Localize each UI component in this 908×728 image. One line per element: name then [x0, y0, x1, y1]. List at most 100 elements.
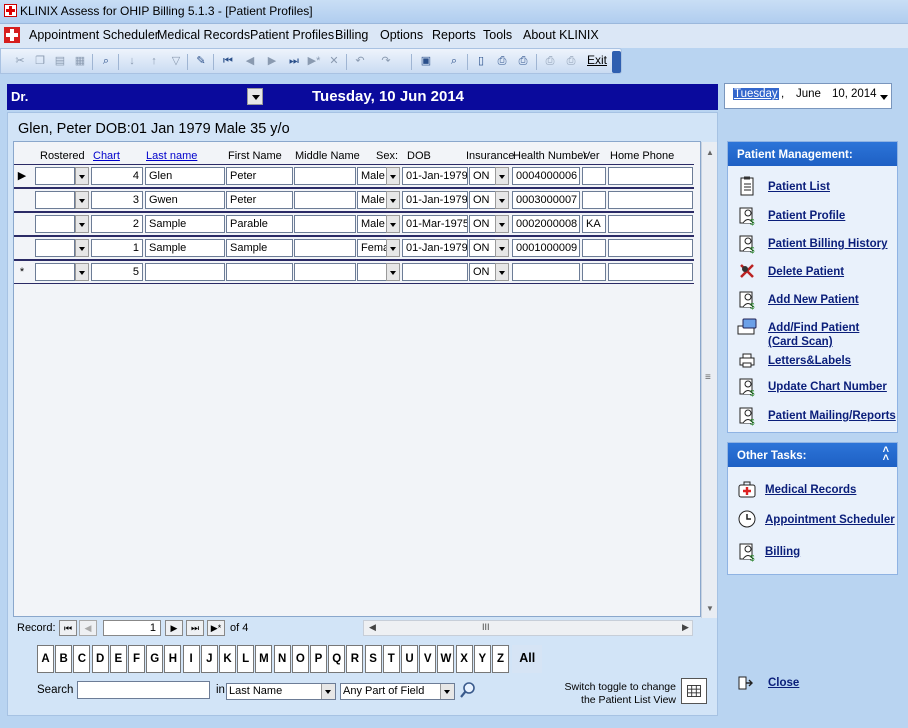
row-selector[interactable] [16, 189, 28, 211]
task-link-text[interactable]: Appointment Scheduler [765, 514, 895, 526]
printer-icon[interactable] [736, 349, 758, 371]
task-link[interactable]: Patient List [768, 180, 830, 194]
alpha-button-a[interactable]: A [37, 645, 54, 673]
grid-vertical-scrollbar[interactable]: ▲ ≡ ▼ [701, 142, 717, 618]
task-link-text[interactable]: Patient Billing History [768, 238, 888, 250]
home-phone-cell[interactable] [608, 167, 693, 185]
version-cell[interactable]: KA [582, 215, 606, 233]
search-field-dropdown-icon[interactable] [321, 684, 335, 699]
new-row-marker[interactable]: * [16, 261, 28, 283]
rostered-dropdown-icon[interactable] [75, 215, 89, 233]
version-cell[interactable] [582, 263, 606, 281]
task-delete-patient[interactable]: Delete Patient [728, 259, 897, 285]
redo-icon[interactable]: ↷ [379, 54, 393, 68]
rostered-cell[interactable] [35, 167, 75, 185]
task-link[interactable]: Medical Records [765, 483, 856, 497]
dob-cell[interactable]: 01-Jan-1979 [402, 239, 468, 257]
insurance-dropdown-icon[interactable] [495, 239, 509, 257]
first-name-cell[interactable]: Sample [226, 239, 293, 257]
scroll-left-icon[interactable]: ◀ [369, 622, 376, 633]
alpha-button-t[interactable]: T [382, 645, 400, 673]
menu-tools[interactable]: Tools [483, 28, 512, 42]
mailing-reports-icon[interactable]: $ [736, 404, 758, 427]
health-number-cell[interactable]: 0003000007 [512, 191, 580, 209]
task-add-find-patient[interactable]: Add/Find Patient (Card Scan) [728, 315, 897, 348]
insurance-dropdown-icon[interactable] [495, 167, 509, 185]
scroll-right-icon[interactable]: ▶ [682, 622, 689, 633]
update-chart-icon[interactable]: $ [736, 375, 758, 398]
date-weekday[interactable]: Tuesday [733, 88, 779, 100]
search-go-icon[interactable] [459, 681, 477, 699]
toolbar-options-icon[interactable] [612, 51, 621, 73]
first-name-cell[interactable] [226, 263, 293, 281]
delete-patient-icon[interactable] [736, 260, 758, 282]
home-phone-cell[interactable] [608, 215, 693, 233]
task-link[interactable]: Patient Mailing/Reports [768, 409, 896, 423]
sex-dropdown-icon[interactable] [386, 167, 400, 185]
menu-appointment-scheduler[interactable]: Appointment Scheduler [29, 28, 159, 42]
billing-icon[interactable]: $ [736, 540, 758, 563]
current-record-input[interactable]: 1 [103, 620, 161, 636]
version-cell[interactable] [582, 239, 606, 257]
sex-dropdown-icon[interactable] [386, 215, 400, 233]
task-link-text[interactable]: Letters&Labels [768, 355, 851, 367]
task-patient-profile[interactable]: $ Patient Profile [728, 203, 897, 229]
scroll-thumb[interactable]: III [482, 622, 490, 632]
chart-cell[interactable]: 2 [91, 215, 143, 233]
date-picker[interactable]: Tuesday , June 10, 2014 [724, 83, 892, 109]
paste-icon[interactable]: ▤ [53, 54, 67, 68]
alpha-button-k[interactable]: K [219, 645, 236, 673]
medical-kit-icon[interactable] [736, 478, 758, 500]
rostered-cell[interactable] [35, 215, 75, 233]
dob-cell[interactable]: 01-Mar-1975 [402, 215, 468, 233]
last-name-cell[interactable]: Sample [145, 239, 225, 257]
search-match-dropdown-icon[interactable] [440, 684, 454, 699]
filter-icon[interactable]: ▽ [169, 54, 183, 68]
sex-dropdown-icon[interactable] [386, 239, 400, 257]
last-name-cell[interactable]: Gwen [145, 191, 225, 209]
task-link-text[interactable]: Medical Records [765, 484, 856, 496]
menu-options[interactable]: Options [380, 28, 423, 42]
middle-name-cell[interactable] [294, 191, 356, 209]
alpha-button-s[interactable]: S [364, 645, 382, 673]
rostered-cell[interactable] [35, 191, 75, 209]
table-row[interactable]: 2 Sample Parable Male 01-Mar-1975 ON 000200000… [14, 212, 694, 236]
close-link[interactable]: Close [768, 677, 799, 689]
date-year[interactable]: 2014 [851, 88, 877, 100]
first-record-button[interactable]: ⏮ [59, 620, 77, 636]
task-link[interactable]: Delete Patient [768, 265, 844, 279]
print-preview-icon[interactable]: ⎙ [495, 54, 509, 68]
new-record-button[interactable]: ▶* [207, 620, 225, 636]
alpha-button-n[interactable]: N [273, 645, 291, 673]
scheduler-icon[interactable] [736, 508, 758, 530]
chart-cell[interactable]: 4 [91, 167, 143, 185]
exit-button[interactable]: Exit [587, 53, 607, 67]
sex-dropdown-icon[interactable] [386, 191, 400, 209]
sort-ascending-icon[interactable]: ↓ [125, 54, 139, 68]
format-painter-icon[interactable]: ▦ [73, 54, 87, 68]
collapse-icon[interactable]: ˄ ˄ [883, 445, 889, 464]
home-phone-cell[interactable] [608, 191, 693, 209]
scroll-grip-icon[interactable]: ≡ [705, 372, 711, 383]
task-appointment-scheduler[interactable]: Appointment Scheduler [728, 507, 897, 533]
rostered-cell[interactable] [35, 263, 75, 281]
last-name-cell[interactable]: Sample [145, 215, 225, 233]
cut-icon[interactable]: ✂ [13, 54, 27, 68]
alpha-button-all[interactable]: All [512, 645, 543, 673]
alpha-button-g[interactable]: G [146, 645, 164, 673]
table-row[interactable]: ▶ 4 Glen Peter Male 01-Jan-1979 ON 0004000006 [14, 164, 694, 188]
health-number-cell[interactable] [512, 263, 580, 281]
health-number-cell[interactable]: 0004000006 [512, 167, 580, 185]
task-link[interactable]: Appointment Scheduler [765, 513, 895, 527]
list-view-toggle-button[interactable] [681, 678, 707, 704]
chart-cell[interactable]: 3 [91, 191, 143, 209]
first-record-icon[interactable]: ⏮ [221, 54, 235, 68]
version-cell[interactable] [582, 191, 606, 209]
task-link[interactable]: Letters&Labels [768, 354, 851, 368]
dob-cell[interactable] [402, 263, 468, 281]
dob-cell[interactable]: 01-Jan-1979 [402, 167, 468, 185]
menu-about-klinix[interactable]: About KLINIX [523, 28, 599, 42]
alpha-button-l[interactable]: L [237, 645, 255, 673]
task-link-text[interactable]: Patient List [768, 181, 830, 193]
table-row[interactable]: 3 Gwen Peter Male 01-Jan-1979 ON 0003000007 [14, 188, 694, 212]
